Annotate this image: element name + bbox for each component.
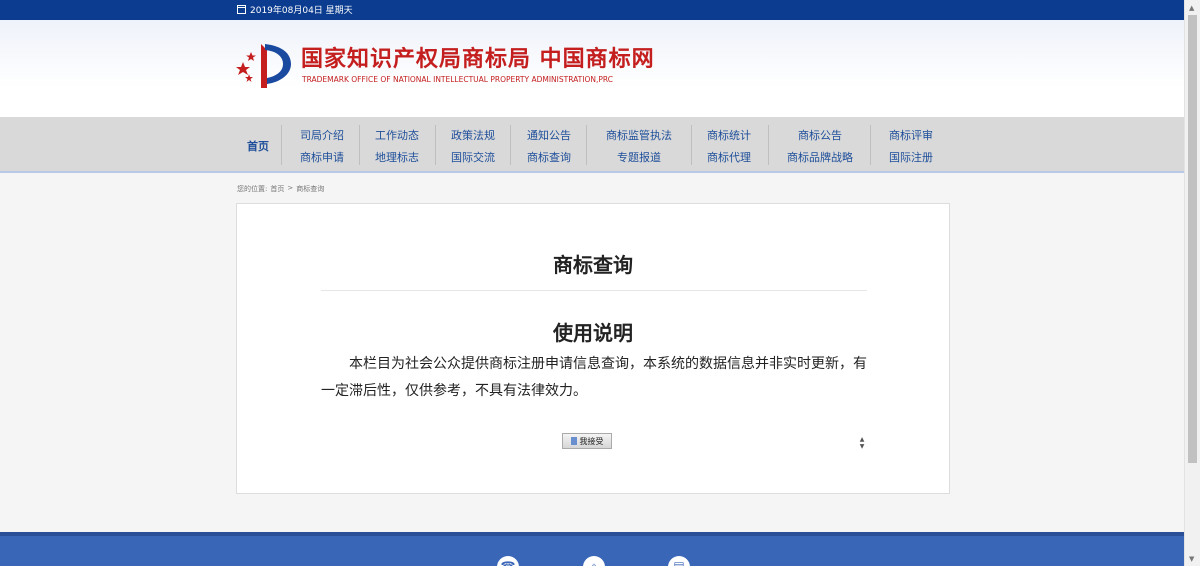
title-divider — [321, 290, 867, 291]
nav-divider — [691, 125, 692, 165]
site-footer: ☎ ⌖ ▤ — [0, 532, 1184, 566]
nav-item-agency[interactable]: 商标代理 — [707, 149, 751, 165]
nav-item-trademark-application[interactable]: 商标申请 — [300, 149, 344, 165]
nav-item-statistics[interactable]: 商标统计 — [707, 127, 751, 143]
nav-divider — [281, 125, 282, 165]
location-icon: ⌖ — [583, 556, 605, 566]
site-subtitle: TRADEMARK OFFICE OF NATIONAL INTELLECTUA… — [302, 75, 613, 84]
nav-divider — [359, 125, 360, 165]
nav-item-review[interactable]: 商标评审 — [889, 127, 933, 143]
nav-item-international-exchange[interactable]: 国际交流 — [451, 149, 495, 165]
nav-divider — [586, 125, 587, 165]
date-text: 2019年08月04日 星期天 — [250, 6, 353, 16]
main-nav: 首页 司局介绍 商标申请 工作动态 地理标志 政策法规 国际交流 通知公告 商标… — [0, 117, 1184, 173]
usage-description: 本栏目为社会公众提供商标注册申请信息查询，本系统的数据信息并非实时更新，有一定滞… — [321, 356, 867, 399]
site-header: 国家知识产权局商标局 中国商标网 TRADEMARK OFFICE OF NAT… — [0, 20, 1184, 117]
breadcrumb-current: 商标查询 — [296, 185, 325, 193]
nav-divider — [435, 125, 436, 165]
nav-divider — [510, 125, 511, 165]
nav-item-policies[interactable]: 政策法规 — [451, 127, 495, 143]
nav-item-work-news[interactable]: 工作动态 — [375, 127, 419, 143]
breadcrumb: 您的位置: 首页 > 商标查询 — [237, 184, 324, 194]
scroll-up-arrow-icon[interactable]: ▲ — [1189, 4, 1194, 12]
breadcrumb-home-link[interactable]: 首页 — [270, 184, 284, 194]
scroll-spinner[interactable]: ▲ ▼ — [858, 436, 866, 450]
scroll-thumb[interactable] — [1188, 15, 1197, 463]
scroll-down-arrow-icon[interactable]: ▼ — [1189, 555, 1194, 563]
nav-item-trademark-search[interactable]: 商标查询 — [527, 149, 571, 165]
nav-home[interactable]: 首页 — [247, 138, 269, 154]
site-title: 国家知识产权局商标局 中国商标网 — [301, 46, 655, 72]
document-icon: ▤ — [668, 556, 690, 566]
content-panel: 商标查询 使用说明 本栏目为社会公众提供商标注册申请信息查询，本系统的数据信息并… — [236, 203, 950, 494]
top-bar: 2019年08月04日 星期天 — [0, 0, 1184, 20]
accept-button-label: 我接受 — [579, 436, 604, 446]
nav-item-announcements[interactable]: 商标公告 — [798, 127, 842, 143]
logo[interactable] — [235, 40, 295, 88]
calendar-icon — [237, 5, 246, 14]
document-icon — [570, 437, 577, 445]
breadcrumb-label: 您的位置: — [237, 185, 268, 193]
nav-item-brand-strategy[interactable]: 商标品牌战略 — [787, 149, 853, 165]
nav-item-bureau-intro[interactable]: 司局介绍 — [300, 127, 344, 143]
nav-divider — [768, 125, 769, 165]
nav-item-geographical-indication[interactable]: 地理标志 — [375, 149, 419, 165]
accept-button[interactable]: 我接受 — [562, 433, 612, 449]
phone-icon: ☎ — [497, 556, 519, 566]
usage-heading: 使用说明 — [553, 321, 633, 345]
breadcrumb-separator: > — [287, 184, 294, 192]
nav-item-enforcement[interactable]: 商标监管执法 — [606, 127, 672, 143]
nav-item-notices[interactable]: 通知公告 — [527, 127, 571, 143]
date-display: 2019年08月04日 星期天 — [237, 3, 353, 16]
page-title: 商标查询 — [553, 253, 633, 277]
page-scrollbar[interactable]: ▲ ▼ — [1184, 0, 1200, 566]
nav-item-special-reports[interactable]: 专题报道 — [617, 149, 661, 165]
nav-item-international-registration[interactable]: 国际注册 — [889, 149, 933, 165]
nav-divider — [870, 125, 871, 165]
